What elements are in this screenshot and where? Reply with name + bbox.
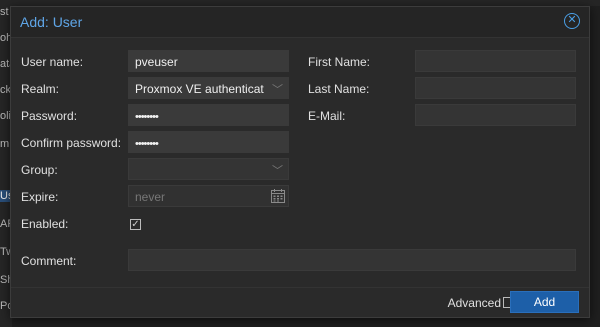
- last-name-field[interactable]: [415, 77, 576, 99]
- expire-label: Expire:: [21, 190, 59, 204]
- enabled-label: Enabled:: [21, 217, 69, 231]
- username-label: User name:: [21, 55, 84, 69]
- advanced-label: Advanced: [447, 296, 501, 310]
- username-value: pveuser: [135, 55, 178, 69]
- dialog-titlebar[interactable]: Add: User ✕: [11, 7, 589, 38]
- email-field[interactable]: [415, 104, 576, 126]
- add-button[interactable]: Add: [510, 291, 579, 313]
- group-label: Group:: [21, 163, 58, 177]
- close-icon[interactable]: ✕: [564, 13, 580, 29]
- first-name-label: First Name:: [308, 55, 371, 69]
- confirm-password-value: ••••••••: [135, 138, 159, 150]
- confirm-password-field[interactable]: ••••••••: [128, 131, 289, 153]
- expire-placeholder: never: [135, 190, 166, 204]
- chevron-down-icon[interactable]: ﹀: [272, 81, 283, 97]
- password-field[interactable]: ••••••••: [128, 104, 289, 126]
- last-name-label: Last Name:: [308, 82, 370, 96]
- calendar-icon[interactable]: [270, 188, 286, 204]
- password-label: Password:: [21, 109, 78, 123]
- comment-field[interactable]: [128, 249, 576, 271]
- enabled-checkbox[interactable]: ✓: [130, 219, 141, 230]
- realm-label: Realm:: [21, 82, 60, 96]
- confirm-password-label: Confirm password:: [21, 136, 122, 150]
- footer-divider: [11, 287, 589, 288]
- expire-date-field[interactable]: never: [128, 185, 289, 207]
- dialog-title: Add: User: [20, 14, 83, 30]
- sidebar-fragment: st: [0, 6, 9, 18]
- chevron-down-icon[interactable]: ﹀: [272, 162, 283, 178]
- comment-label: Comment:: [21, 254, 77, 268]
- email-label: E-Mail:: [308, 109, 346, 123]
- realm-value: Proxmox VE authenticat: [135, 82, 264, 96]
- username-field[interactable]: pveuser: [128, 50, 289, 72]
- add-user-dialog: Add: User ✕ User name: pveuser Realm: Pr…: [10, 6, 590, 318]
- realm-select[interactable]: Proxmox VE authenticat ﹀: [128, 77, 289, 99]
- first-name-field[interactable]: [415, 50, 576, 72]
- group-select[interactable]: ﹀: [128, 158, 289, 180]
- sidebar-fragment: m: [0, 138, 10, 150]
- password-value: ••••••••: [135, 111, 159, 123]
